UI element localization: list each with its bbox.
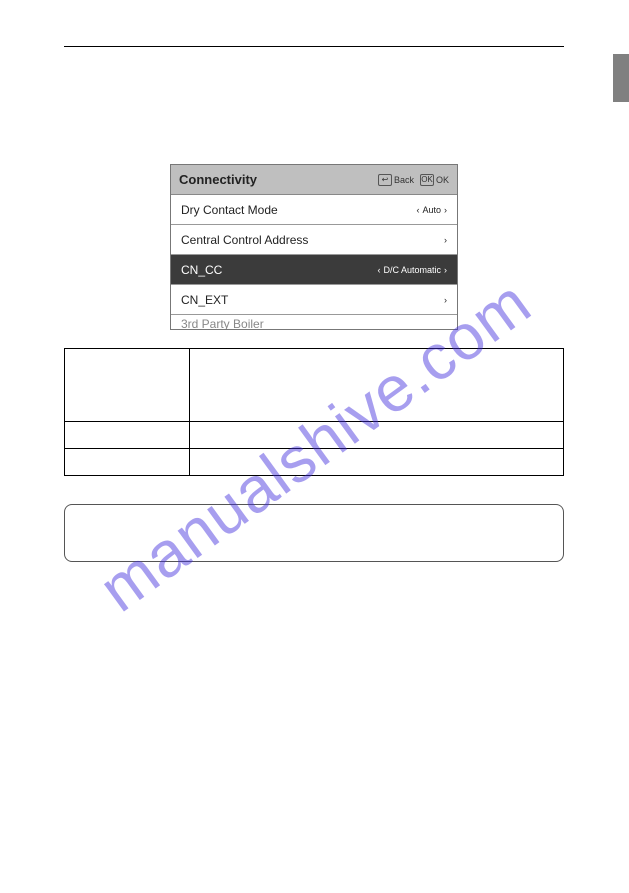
chevron-right-icon: › — [444, 205, 447, 215]
table-row — [65, 349, 564, 422]
menu-row-cn-cc[interactable]: CN_CC ‹ D/C Automatic › — [171, 255, 457, 285]
menu-row-dry-contact[interactable]: Dry Contact Mode ‹ Auto › — [171, 195, 457, 225]
row-label: CN_CC — [181, 263, 222, 277]
chevron-left-icon: ‹ — [377, 265, 380, 275]
top-separator — [64, 46, 564, 47]
value-text: D/C Automatic — [383, 265, 441, 275]
back-button[interactable]: ↩ Back — [378, 174, 414, 186]
row-label: Dry Contact Mode — [181, 203, 278, 217]
page-thumb-tab — [613, 54, 629, 102]
chevron-right-icon: › — [444, 235, 447, 245]
table-cell — [190, 449, 564, 476]
row-value: › — [444, 235, 447, 245]
table-cell — [65, 349, 190, 422]
chevron-left-icon: ‹ — [416, 205, 419, 215]
back-label: Back — [394, 175, 414, 185]
menu-row-central-control[interactable]: Central Control Address › — [171, 225, 457, 255]
ok-label: OK — [436, 175, 449, 185]
row-label: Central Control Address — [181, 233, 308, 247]
table-cell — [65, 422, 190, 449]
table-cell — [190, 349, 564, 422]
row-value: › — [444, 295, 447, 305]
row-label: 3rd Party Boiler — [181, 317, 264, 329]
chevron-right-icon: › — [444, 295, 447, 305]
menu-title: Connectivity — [179, 172, 257, 187]
table-cell — [190, 422, 564, 449]
back-icon: ↩ — [378, 174, 392, 186]
value-text: Auto — [422, 205, 441, 215]
table-cell — [65, 449, 190, 476]
menu-row-cn-ext[interactable]: CN_EXT › — [171, 285, 457, 315]
ok-button[interactable]: OK OK — [420, 174, 449, 186]
menu-header-buttons: ↩ Back OK OK — [378, 174, 449, 186]
ok-icon: OK — [420, 174, 434, 186]
table-row — [65, 422, 564, 449]
menu-header: Connectivity ↩ Back OK OK — [171, 165, 457, 195]
row-label: CN_EXT — [181, 293, 228, 307]
chevron-right-icon: › — [444, 265, 447, 275]
connectivity-menu: Connectivity ↩ Back OK OK Dry Contact Mo… — [170, 164, 458, 330]
note-box — [64, 504, 564, 562]
menu-row-3rd-party-boiler[interactable]: 3rd Party Boiler — [171, 315, 457, 329]
row-value: ‹ Auto › — [416, 205, 447, 215]
row-value: ‹ D/C Automatic › — [377, 265, 447, 275]
value-description-table — [64, 348, 564, 476]
table-row — [65, 449, 564, 476]
